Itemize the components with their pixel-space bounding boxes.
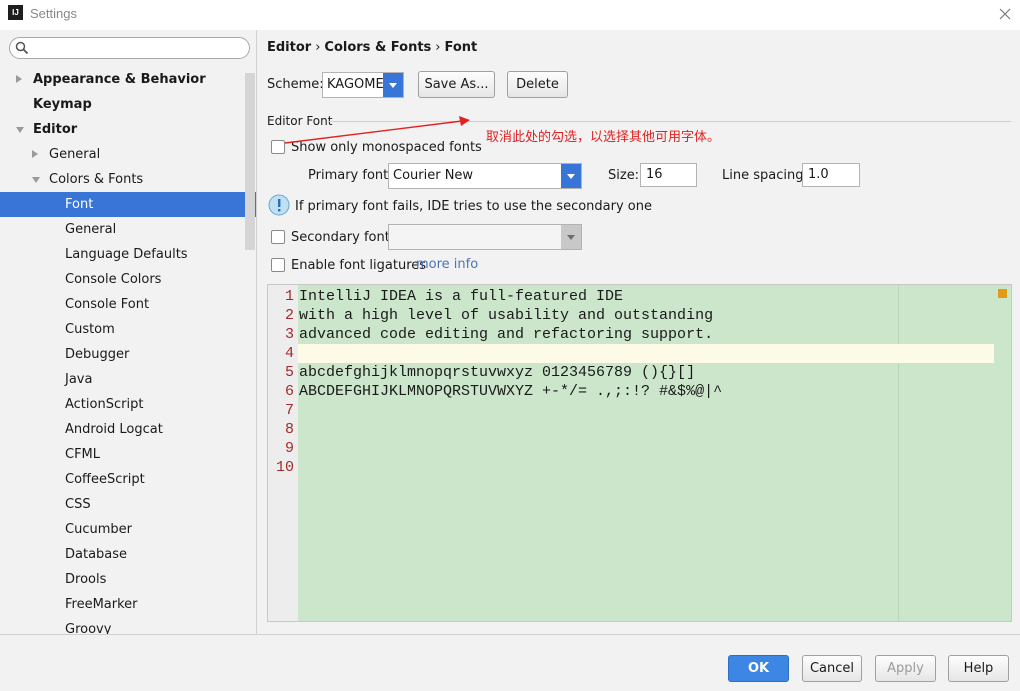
ok-button[interactable]: OK bbox=[728, 655, 789, 682]
annotation-note: 取消此处的勾选，以选择其他可用字体。 bbox=[486, 130, 721, 145]
dialog-footer: OK Cancel Apply Help bbox=[0, 634, 1020, 691]
cancel-button[interactable]: Cancel bbox=[802, 655, 862, 682]
apply-button[interactable]: Apply bbox=[875, 655, 936, 682]
annotation-arrow bbox=[284, 116, 470, 144]
help-button[interactable]: Help bbox=[948, 655, 1009, 682]
